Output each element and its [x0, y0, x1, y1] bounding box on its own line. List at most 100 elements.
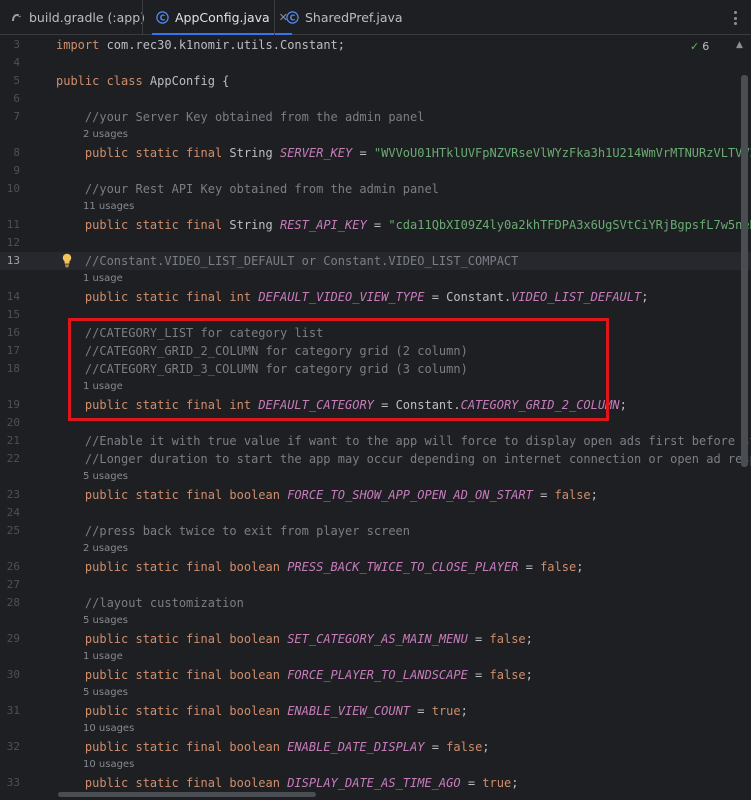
code-text[interactable]: //Constant.VIDEO_LIST_DEFAULT or Constan… [56, 252, 518, 270]
usages-hint[interactable]: 1 usage [83, 270, 123, 288]
code-token: = [467, 632, 490, 646]
chevron-up-icon[interactable]: ▲ [736, 40, 743, 50]
line-number[interactable]: 5 [0, 72, 20, 90]
line-number[interactable]: 32 [0, 738, 20, 756]
code-keyword: public static final boolean [56, 560, 280, 574]
code-token: com.rec30.k1nomir.utils.Constant; [99, 38, 345, 52]
line-number[interactable]: 27 [0, 576, 20, 594]
line-number[interactable]: 19 [0, 396, 20, 414]
line-number[interactable]: 15 [0, 306, 20, 324]
code-keyword: public static final boolean [56, 704, 280, 718]
code-line: 9 [0, 162, 751, 180]
code-line: 7 //your Server Key obtained from the ad… [0, 108, 751, 126]
code-keyword: import [56, 38, 100, 52]
line-number[interactable]: 9 [0, 162, 20, 180]
code-text[interactable]: public class AppConfig { [56, 72, 229, 90]
code-text[interactable]: public static final String REST_API_KEY … [56, 216, 751, 234]
code-text[interactable]: public static final boolean PRESS_BACK_T… [56, 558, 584, 576]
line-number[interactable]: 18 [0, 360, 20, 378]
usages-hint[interactable]: 2 usages [83, 126, 128, 144]
line-number[interactable]: 28 [0, 594, 20, 612]
code-token: = [410, 704, 432, 718]
usage-hint-row: 10 usages [0, 756, 751, 774]
code-text[interactable]: //Enable it with true value if want to t… [56, 432, 751, 450]
line-number[interactable]: 4 [0, 54, 20, 72]
code-token: ; [525, 668, 533, 682]
code-text[interactable]: public static final String SERVER_KEY = … [56, 144, 751, 162]
usages-hint[interactable]: 10 usages [83, 756, 134, 774]
line-number[interactable]: 14 [0, 288, 20, 306]
code-text[interactable]: public static final boolean FORCE_PLAYER… [56, 666, 533, 684]
code-token: = [424, 740, 447, 754]
usages-hint[interactable]: 1 usage [83, 648, 123, 666]
tab-sharedpref-java[interactable]: C SharedPref.java [286, 0, 403, 35]
inspection-widget[interactable]: ✓ 6 [690, 38, 709, 54]
line-number[interactable]: 26 [0, 558, 20, 576]
line-number[interactable]: 10 [0, 180, 20, 198]
code-line: 25 //press back twice to exit from playe… [0, 522, 751, 540]
code-keyword: false [540, 560, 577, 574]
line-number[interactable]: 24 [0, 504, 20, 522]
code-text[interactable]: public static final boolean ENABLE_VIEW_… [56, 702, 468, 720]
line-number[interactable]: 29 [0, 630, 20, 648]
line-number[interactable]: 20 [0, 414, 20, 432]
code-token: ; [576, 560, 584, 574]
line-number[interactable]: 7 [0, 108, 20, 126]
code-line: 6 [0, 90, 751, 108]
code-line: 26 public static final boolean PRESS_BAC… [0, 558, 751, 576]
usages-hint[interactable]: 2 usages [83, 540, 128, 558]
line-number[interactable]: 3 [0, 36, 20, 54]
line-number[interactable]: 33 [0, 774, 20, 792]
line-number[interactable]: 21 [0, 432, 20, 450]
code-text[interactable]: //Longer duration to start the app may o… [56, 450, 751, 468]
code-text[interactable]: import com.rec30.k1nomir.utils.Constant; [56, 36, 345, 54]
java-class-icon: C [156, 11, 169, 24]
code-keyword: true [431, 704, 461, 718]
usages-hint[interactable]: 5 usages [83, 684, 128, 702]
code-line: 23 public static final boolean FORCE_TO_… [0, 486, 751, 504]
code-text[interactable]: //press back twice to exit from player s… [56, 522, 410, 540]
code-token: = [460, 776, 483, 790]
code-token: ; [619, 398, 627, 412]
code-text[interactable]: public static final int DEFAULT_VIDEO_VI… [56, 288, 649, 306]
usages-hint[interactable]: 11 usages [83, 198, 134, 216]
tab-label: build.gradle (:app) [29, 10, 146, 25]
line-number[interactable]: 16 [0, 324, 20, 342]
horizontal-scrollbar[interactable] [58, 792, 316, 797]
code-field: SET_CATEGORY_AS_MAIN_MENU [287, 632, 468, 646]
usages-hint[interactable]: 10 usages [83, 720, 134, 738]
line-number[interactable]: 23 [0, 486, 20, 504]
code-comment: //Constant.VIDEO_LIST_DEFAULT or Constan… [56, 254, 519, 268]
usages-hint[interactable]: 5 usages [83, 468, 128, 486]
more-tabs-icon[interactable] [731, 11, 739, 25]
code-token: = [518, 560, 541, 574]
code-text[interactable]: //your Server Key obtained from the admi… [56, 108, 425, 126]
code-text[interactable]: //your Rest API Key obtained from the ad… [56, 180, 439, 198]
code-line: 31 public static final boolean ENABLE_VI… [0, 702, 751, 720]
code-line: 8 public static final String SERVER_KEY … [0, 144, 751, 162]
editor-tab-bar: build.gradle (:app) C AppConfig.java ✕ C… [0, 0, 751, 36]
code-text[interactable]: public static final boolean ENABLE_DATE_… [56, 738, 490, 756]
line-number[interactable]: 6 [0, 90, 20, 108]
line-number[interactable]: 12 [0, 234, 20, 252]
code-text[interactable]: public static final boolean FORCE_TO_SHO… [56, 486, 598, 504]
tab-appconfig-java[interactable]: C AppConfig.java ✕ [152, 0, 292, 36]
line-number[interactable]: 8 [0, 144, 20, 162]
code-string: "WVVoU01HTklUVFpNZVRseVlWYzFka3h1U214WmV… [373, 146, 751, 160]
code-text[interactable]: public static final boolean SET_CATEGORY… [56, 630, 533, 648]
line-number[interactable]: 22 [0, 450, 20, 468]
vertical-scrollbar[interactable] [741, 75, 748, 467]
usages-hint[interactable]: 5 usages [83, 612, 128, 630]
code-comment: //press back twice to exit from player s… [56, 524, 411, 538]
tab-build-gradle[interactable]: build.gradle (:app) [10, 0, 145, 35]
line-number[interactable]: 13 [0, 252, 20, 270]
code-text[interactable]: //layout customization [56, 594, 244, 612]
code-token: ; [482, 740, 490, 754]
line-number[interactable]: 30 [0, 666, 20, 684]
line-number[interactable]: 31 [0, 702, 20, 720]
line-number[interactable]: 25 [0, 522, 20, 540]
code-text[interactable]: public static final boolean DISPLAY_DATE… [56, 774, 519, 792]
code-keyword: public static final boolean [56, 668, 280, 682]
line-number[interactable]: 17 [0, 342, 20, 360]
line-number[interactable]: 11 [0, 216, 20, 234]
